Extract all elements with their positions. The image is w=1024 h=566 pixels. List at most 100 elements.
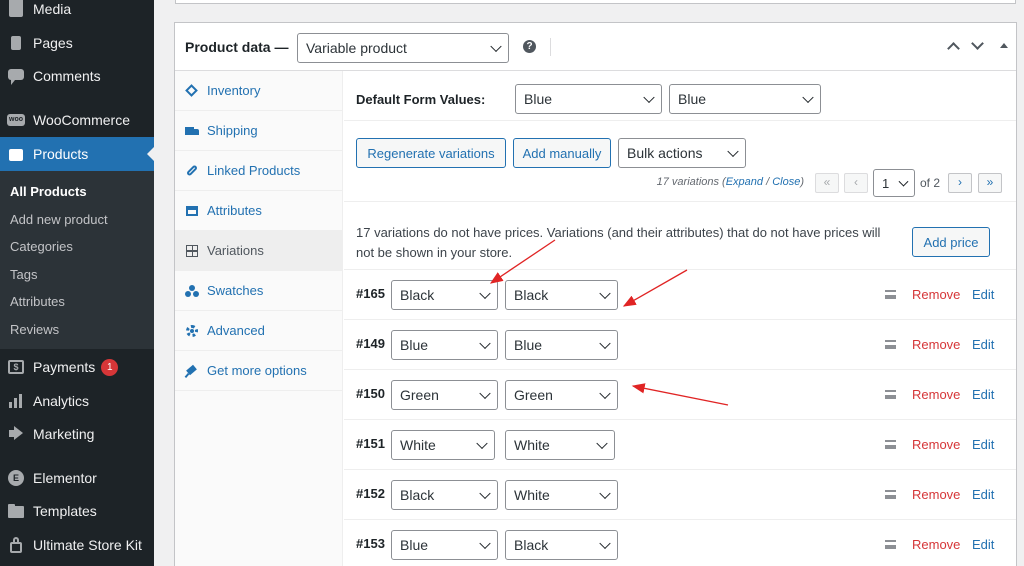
help-icon[interactable]: ? [523,40,536,53]
page-select[interactable]: 1 [873,169,915,197]
edit-variation-link[interactable]: Edit [972,387,994,402]
default-attribute-select-2[interactable]: Blue [669,84,821,114]
remove-variation-link[interactable]: Remove [912,337,960,352]
variation-row[interactable]: #152 Black White Remove Edit [344,469,1016,519]
variation-row[interactable]: #153 Blue Black Remove Edit [344,519,1016,566]
last-page-button[interactable]: » [978,173,1002,193]
remove-variation-link[interactable]: Remove [912,437,960,452]
variation-attribute-select-2[interactable]: Green [505,380,618,410]
menu-pages[interactable]: Pages [0,32,154,54]
menu-marketing[interactable]: Marketing [0,423,154,445]
menu-separator [0,456,154,457]
variation-row[interactable]: #150 Green Green Remove Edit [344,369,1016,419]
chevron-down-icon [599,387,611,400]
remove-variation-link[interactable]: Remove [912,537,960,552]
submenu-categories[interactable]: Categories [10,239,73,254]
menu-products[interactable]: Products [0,137,154,171]
product-type-select[interactable]: Variable product [297,33,509,63]
edit-variation-link[interactable]: Edit [972,287,994,302]
edit-variation-link[interactable]: Edit [972,537,994,552]
bulk-actions-select[interactable]: Bulk actions [618,138,746,168]
menu-woocommerce[interactable]: woo WooCommerce [0,109,154,131]
menu-elementor[interactable]: E Elementor [0,467,154,489]
inventory-icon [185,83,199,98]
add-manually-button[interactable]: Add manually [513,138,611,168]
variation-attribute-select-1[interactable]: Blue [391,330,498,360]
variation-id: #151 [356,436,385,451]
drag-handle-icon[interactable] [885,440,896,449]
tab-get-more-options[interactable]: Get more options [175,351,343,391]
tab-advanced[interactable]: Advanced [175,311,343,351]
submenu-tags[interactable]: Tags [10,267,37,282]
variation-row[interactable]: #149 Blue Blue Remove Edit [344,319,1016,369]
tab-variations[interactable]: Variations [175,231,343,271]
tab-swatches[interactable]: Swatches [175,271,343,311]
page-total: of 2 [920,176,941,190]
next-page-button[interactable]: › [948,173,972,193]
tab-attributes[interactable]: Attributes [175,191,343,231]
variation-id: #150 [356,386,385,401]
drag-handle-icon[interactable] [885,490,896,499]
chevron-down-icon [643,91,655,104]
remove-variation-link[interactable]: Remove [912,487,960,502]
move-up-button[interactable] [947,39,961,55]
first-page-button[interactable]: « [815,173,839,193]
submenu-all-products[interactable]: All Products [10,184,87,199]
menu-payments[interactable]: $ Payments 1 [0,356,154,378]
previous-metabox-edge [175,0,1016,4]
submenu-add-new-product[interactable]: Add new product [10,212,108,227]
tab-linked-products[interactable]: Linked Products [175,151,343,191]
edit-variation-link[interactable]: Edit [972,337,994,352]
variation-id: #152 [356,486,385,501]
chevron-down-icon [490,40,502,53]
variation-attribute-select-1[interactable]: Black [391,480,498,510]
submenu-reviews[interactable]: Reviews [10,322,59,337]
drag-handle-icon[interactable] [885,390,896,399]
default-form-values-label: Default Form Values: [356,92,486,107]
products-icon [7,145,25,163]
variation-attribute-select-2[interactable]: Black [505,530,618,560]
payments-icon: $ [7,358,25,376]
collapse-toggle-button[interactable] [997,39,1011,53]
chevron-down-icon [599,537,611,550]
variation-attribute-select-1[interactable]: Black [391,280,498,310]
link-icon [185,163,199,178]
close-link[interactable]: Close [772,176,800,188]
variation-attribute-select-2[interactable]: Blue [505,330,618,360]
variation-attribute-select-2[interactable]: Black [505,280,618,310]
drag-handle-icon[interactable] [885,340,896,349]
edit-variation-link[interactable]: Edit [972,487,994,502]
default-attribute-select-1[interactable]: Blue [515,84,662,114]
variation-attribute-select-1[interactable]: White [391,430,495,460]
variation-id: #165 [356,286,385,301]
menu-media[interactable]: Media [0,0,154,20]
drag-handle-icon[interactable] [885,290,896,299]
variation-attribute-select-1[interactable]: Blue [391,530,498,560]
tab-shipping[interactable]: Shipping [175,111,343,151]
expand-link[interactable]: Expand [726,176,763,188]
menu-comments[interactable]: Comments [0,65,154,87]
edit-variation-link[interactable]: Edit [972,437,994,452]
variations-count: 17 variations (Expand / Close) [656,176,804,188]
menu-analytics[interactable]: Analytics [0,390,154,412]
variation-row[interactable]: #151 White White Remove Edit [344,419,1016,469]
menu-templates[interactable]: Templates [0,500,154,522]
move-down-button[interactable] [971,37,985,53]
tab-inventory[interactable]: Inventory [175,71,343,111]
product-data-tabs: Inventory Shipping Linked Products Attri… [175,71,343,566]
missing-prices-notice: 17 variations do not have prices. Variat… [344,211,1016,269]
attributes-icon [185,204,199,218]
remove-variation-link[interactable]: Remove [912,287,960,302]
variation-row[interactable]: #165 Black Black Remove Edit [344,269,1016,319]
variation-attribute-select-2[interactable]: White [505,430,615,460]
prev-page-button[interactable]: ‹ [844,173,868,193]
remove-variation-link[interactable]: Remove [912,387,960,402]
add-price-button[interactable]: Add price [912,227,990,257]
regenerate-variations-button[interactable]: Regenerate variations [356,138,506,168]
submenu-attributes[interactable]: Attributes [10,294,65,309]
variation-attribute-select-2[interactable]: White [505,480,618,510]
chevron-down-icon [479,387,491,400]
menu-ultimate-store-kit[interactable]: Ultimate Store Kit [0,534,154,556]
variation-attribute-select-1[interactable]: Green [391,380,498,410]
drag-handle-icon[interactable] [885,540,896,549]
